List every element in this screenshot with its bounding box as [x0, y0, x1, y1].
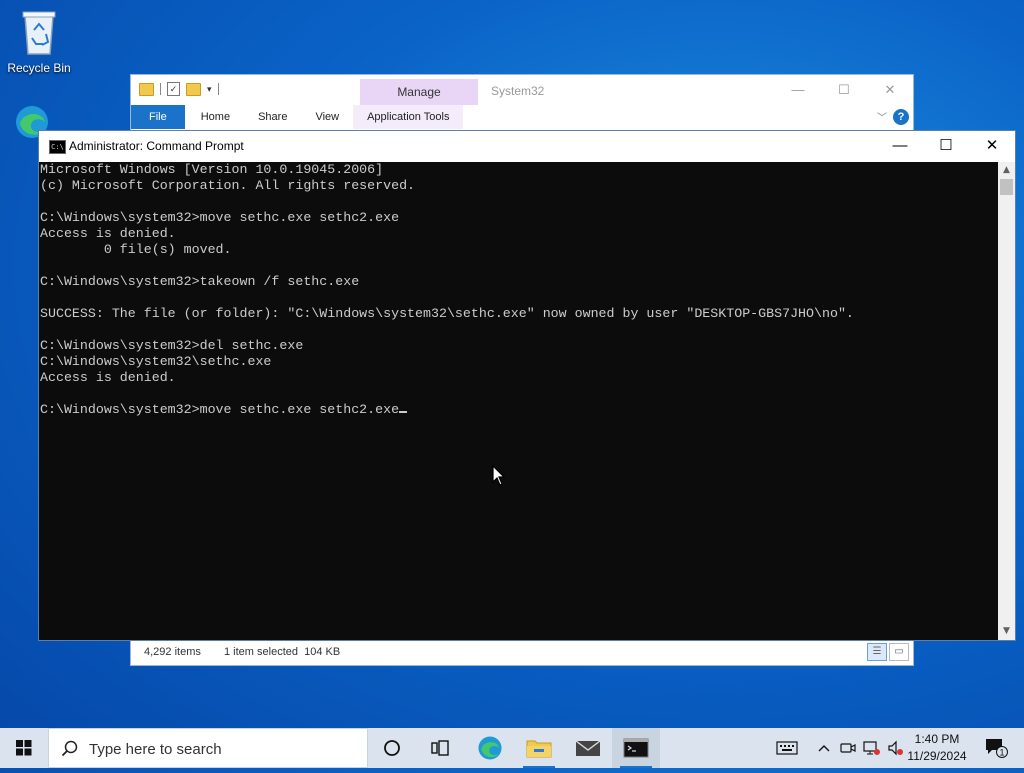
network-icon[interactable]: [860, 728, 884, 768]
ribbon-tabs: File Home Share View Application Tools: [131, 105, 913, 129]
properties-icon[interactable]: ✓: [167, 82, 180, 96]
tab-home[interactable]: Home: [185, 105, 244, 129]
folder-icon: [139, 82, 154, 96]
taskbar-command-prompt[interactable]: [612, 728, 660, 768]
recycle-bin-icon: [1, 8, 77, 59]
close-button[interactable]: ✕: [875, 80, 905, 100]
notification-center-icon[interactable]: 1: [982, 728, 1010, 768]
clock-time: 1:40 PM: [914, 732, 960, 746]
console-line: Microsoft Windows [Version 10.0.19045.20…: [40, 162, 384, 177]
task-view-button[interactable]: [416, 728, 464, 768]
minimize-button[interactable]: —: [877, 131, 923, 161]
details-view-button[interactable]: ☰: [867, 643, 887, 661]
recycle-bin-label: Recycle Bin: [7, 61, 71, 75]
taskbar-file-explorer[interactable]: [515, 728, 563, 768]
console-line: SUCCESS: The file (or folder): "C:\Windo…: [40, 306, 854, 321]
taskbar: 1:40 PM 11/29/2024 1: [0, 728, 1024, 768]
close-button[interactable]: ✕: [969, 131, 1015, 161]
show-hidden-icons-chevron-up-icon[interactable]: [812, 728, 836, 768]
recycle-bin-desktop-icon[interactable]: Recycle Bin: [1, 8, 77, 75]
taskbar-clock[interactable]: 1:40 PM 11/29/2024: [902, 731, 972, 765]
explorer-window-title: System32: [491, 84, 545, 98]
start-button[interactable]: [0, 728, 48, 768]
scroll-down-arrow-icon[interactable]: ▼: [998, 623, 1015, 640]
tab-manage[interactable]: Manage: [360, 79, 478, 105]
item-count: 4,292 items: [144, 646, 201, 658]
command-prompt-window[interactable]: C:\ Administrator: Command Prompt — ☐ ✕ …: [38, 130, 1016, 641]
console-line: Access is denied.: [40, 226, 176, 241]
cmd-icon: [623, 738, 649, 758]
toolbar-divider: [160, 83, 161, 95]
notification-count: 1: [999, 748, 1004, 758]
edge-icon: [14, 104, 48, 143]
taskbar-search-box[interactable]: [48, 728, 368, 768]
customize-toolbar-icon[interactable]: ▾: [207, 84, 212, 95]
cmd-icon: C:\: [49, 140, 66, 154]
taskbar-edge[interactable]: [466, 728, 514, 768]
mouse-pointer-icon: [492, 464, 506, 491]
toolbar-divider: [217, 83, 219, 95]
console-line: C:\Windows\system32>del sethc.exe: [40, 338, 304, 353]
console-line: C:\Windows\system32>move sethc.exe sethc…: [40, 402, 998, 418]
tab-application-tools[interactable]: Application Tools: [353, 105, 464, 129]
console-output[interactable]: Microsoft Windows [Version 10.0.19045.20…: [39, 162, 998, 640]
text-cursor: [399, 411, 408, 413]
tab-file[interactable]: File: [131, 105, 185, 129]
cmd-titlebar[interactable]: C:\ Administrator: Command Prompt — ☐ ✕: [39, 131, 1015, 162]
meet-now-icon[interactable]: [836, 728, 860, 768]
ribbon-expand-icon[interactable]: ﹀: [877, 109, 887, 124]
selection-info: 1 item selected 104 KB: [224, 646, 341, 658]
console-prompt-text: C:\Windows\system32>move sethc.exe sethc…: [40, 402, 400, 417]
console-scrollbar[interactable]: ▲ ▼: [998, 162, 1015, 640]
large-icons-view-button[interactable]: ▭: [889, 643, 909, 661]
edge-icon: [478, 736, 502, 760]
console-line: Access is denied.: [40, 370, 176, 385]
windows-logo-icon: [16, 740, 32, 756]
tab-view[interactable]: View: [301, 105, 353, 129]
help-icon[interactable]: ?: [893, 109, 909, 125]
explorer-status-bar: 4,292 items 1 item selected 104 KB ☰ ▭: [131, 639, 913, 665]
cortana-circle-icon: [384, 740, 400, 756]
console-line: C:\Windows\system32>takeown /f sethc.exe: [40, 274, 360, 289]
maximize-button[interactable]: ☐: [829, 80, 859, 100]
quick-access-toolbar: ✓ ▾: [139, 82, 219, 96]
console-line: C:\Windows\system32\sethc.exe: [40, 354, 272, 369]
minimize-button[interactable]: —: [783, 80, 813, 100]
new-folder-icon[interactable]: [186, 82, 201, 96]
taskbar-mail[interactable]: [564, 728, 612, 768]
mail-icon: [575, 740, 601, 756]
console-line: (c) Microsoft Corporation. All rights re…: [40, 178, 416, 193]
scroll-up-arrow-icon[interactable]: ▲: [998, 162, 1015, 179]
folder-icon: [526, 740, 552, 758]
clock-date: 11/29/2024: [907, 749, 967, 763]
search-input[interactable]: [87, 737, 361, 761]
cmd-window-title: Administrator: Command Prompt: [69, 139, 244, 153]
task-view-icon: [431, 740, 449, 756]
scroll-thumb[interactable]: [1000, 179, 1013, 195]
keyboard-icon[interactable]: [774, 728, 800, 768]
explorer-titlebar[interactable]: ✓ ▾ Manage System32 — ☐ ✕: [131, 75, 913, 105]
maximize-button[interactable]: ☐: [923, 131, 969, 161]
edge-desktop-icon[interactable]: [0, 104, 48, 145]
tab-share[interactable]: Share: [244, 105, 301, 129]
console-line: C:\Windows\system32>move sethc.exe sethc…: [40, 210, 400, 225]
console-line: 0 file(s) moved.: [40, 242, 232, 257]
search-icon: [61, 740, 78, 757]
cortana-button[interactable]: [368, 728, 416, 768]
